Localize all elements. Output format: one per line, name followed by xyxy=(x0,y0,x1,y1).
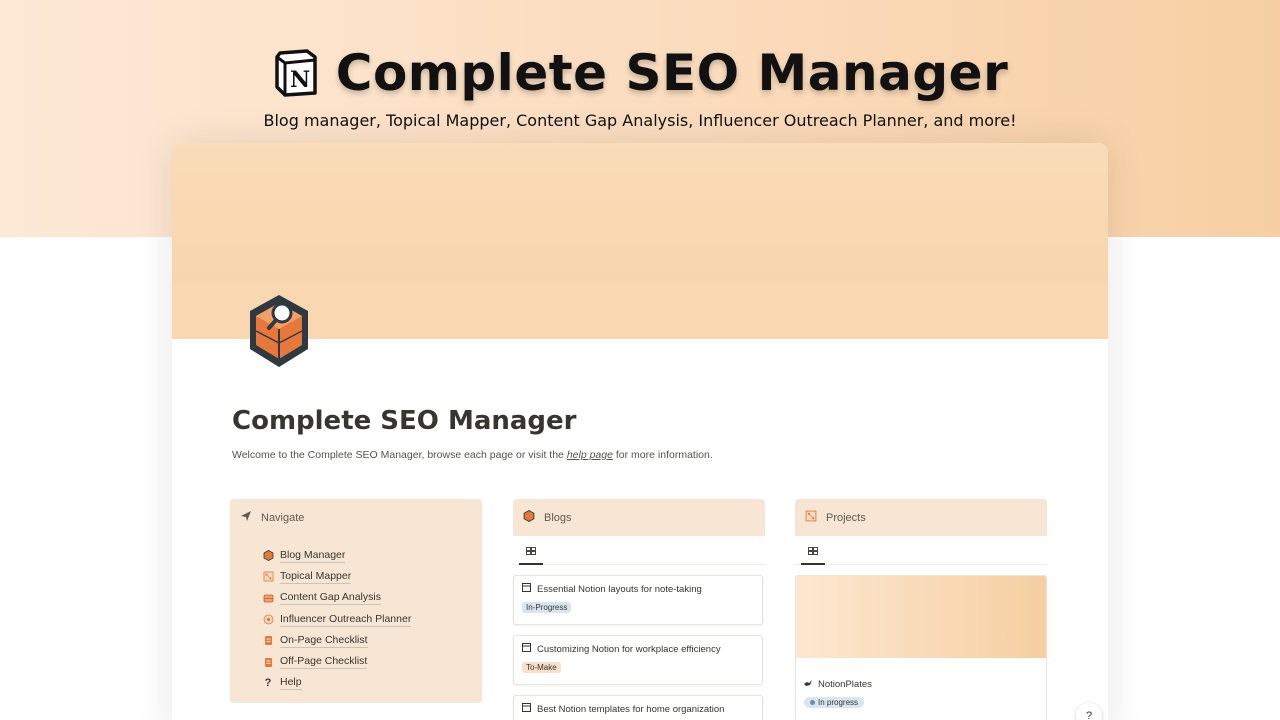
project-card[interactable]: NotionPlates In progress xyxy=(795,575,1047,720)
nav-item-influencer-outreach-planner[interactable]: Influencer Outreach Planner xyxy=(262,609,482,630)
nav-item-label: Blog Manager xyxy=(280,548,346,563)
page-icon xyxy=(522,643,531,655)
nav-item-label: Influencer Outreach Planner xyxy=(280,612,412,627)
gallery-view-tab[interactable] xyxy=(801,536,825,565)
navigate-list: Blog Manager Topical Mapper Content Gap … xyxy=(230,536,482,694)
status-tag: In-Progress xyxy=(522,602,572,613)
nav-item-off-page-checklist[interactable]: Off-Page Checklist xyxy=(262,651,482,672)
hero-title-row: N Complete SEO Manager xyxy=(0,40,1280,106)
projects-header[interactable]: Projects xyxy=(795,499,1047,536)
svg-text:N: N xyxy=(290,67,310,93)
nav-item-label: On-Page Checklist xyxy=(280,633,368,648)
blogs-title: Blogs xyxy=(544,511,572,524)
cube-icon xyxy=(262,550,274,562)
blog-title: Customizing Notion for workplace efficie… xyxy=(537,643,721,655)
blog-card[interactable]: Best Notion templates for home organizat… xyxy=(513,695,763,720)
page-desc-after: for more information. xyxy=(615,449,713,461)
notion-logo-icon: N xyxy=(272,48,320,98)
gallery-view-tab[interactable] xyxy=(519,536,543,565)
project-cover xyxy=(796,576,1046,658)
blogs-card: Blogs Essential Notion layouts for note-… xyxy=(513,499,765,720)
gallery-icon xyxy=(808,540,818,559)
hero-title: Complete SEO Manager xyxy=(335,44,1009,102)
page-description: Welcome to the Complete SEO Manager, bro… xyxy=(232,449,713,461)
page-desc-before: Welcome to the Complete SEO Manager, bro… xyxy=(232,449,564,461)
seo-page-icon[interactable] xyxy=(244,291,314,371)
checklist-icon xyxy=(262,656,274,668)
nav-item-label: Help xyxy=(280,676,302,691)
nav-item-label: Topical Mapper xyxy=(280,569,352,584)
nav-item-label: Content Gap Analysis xyxy=(280,591,381,606)
nav-item-label: Off-Page Checklist xyxy=(280,655,368,670)
map-icon xyxy=(805,510,817,525)
hero-subtitle: Blog manager, Topical Mapper, Content Ga… xyxy=(263,111,1017,130)
page-icon xyxy=(522,583,531,595)
nav-item-on-page-checklist[interactable]: On-Page Checklist xyxy=(262,630,482,651)
projects-title: Projects xyxy=(826,511,866,524)
checklist-icon xyxy=(262,635,274,647)
bird-icon xyxy=(804,679,812,690)
blog-title-row: Customizing Notion for workplace efficie… xyxy=(522,643,754,655)
projects-card: Projects NotionPlates In progress xyxy=(795,499,1047,720)
status-label: In progress xyxy=(818,698,859,707)
notion-page-window: Complete SEO Manager Welcome to the Comp… xyxy=(172,143,1108,720)
nav-item-blog-manager[interactable]: Blog Manager xyxy=(262,545,482,566)
status-tag: To-Make xyxy=(522,662,561,673)
page-title: Complete SEO Manager xyxy=(232,406,577,436)
status-badge: In progress xyxy=(804,697,865,708)
blog-title: Essential Notion layouts for note-taking xyxy=(537,583,702,595)
blog-title: Best Notion templates for home organizat… xyxy=(537,703,725,715)
help-page-link[interactable]: help page xyxy=(567,449,613,461)
project-name: NotionPlates xyxy=(818,679,872,690)
page-icon xyxy=(522,703,531,715)
nav-item-content-gap-analysis[interactable]: Content Gap Analysis xyxy=(262,588,482,609)
project-name-row: NotionPlates xyxy=(796,658,1046,690)
blog-card[interactable]: Essential Notion layouts for note-taking… xyxy=(513,575,763,625)
question-icon: ? xyxy=(264,677,272,690)
navigate-card: Navigate Blog Manager Topical Mapper Con… xyxy=(230,499,482,703)
gap-icon xyxy=(262,592,274,604)
outreach-icon xyxy=(262,614,274,626)
projects-view-bar xyxy=(795,536,1047,565)
map-icon xyxy=(262,571,274,583)
status-dot xyxy=(810,700,815,705)
gallery-icon xyxy=(526,540,536,559)
paper-plane-icon xyxy=(240,510,252,525)
nav-item-topical-mapper[interactable]: Topical Mapper xyxy=(262,566,482,587)
blog-title-row: Best Notion templates for home organizat… xyxy=(522,703,754,715)
navigate-header: Navigate xyxy=(230,499,482,536)
blogs-header[interactable]: Blogs xyxy=(513,499,765,536)
nav-item-help[interactable]: ? Help xyxy=(262,673,482,694)
blogs-view-bar xyxy=(513,536,765,565)
cube-icon xyxy=(523,510,535,525)
blog-card[interactable]: Customizing Notion for workplace efficie… xyxy=(513,635,763,685)
blog-title-row: Essential Notion layouts for note-taking xyxy=(522,583,754,595)
navigate-title: Navigate xyxy=(261,511,305,524)
